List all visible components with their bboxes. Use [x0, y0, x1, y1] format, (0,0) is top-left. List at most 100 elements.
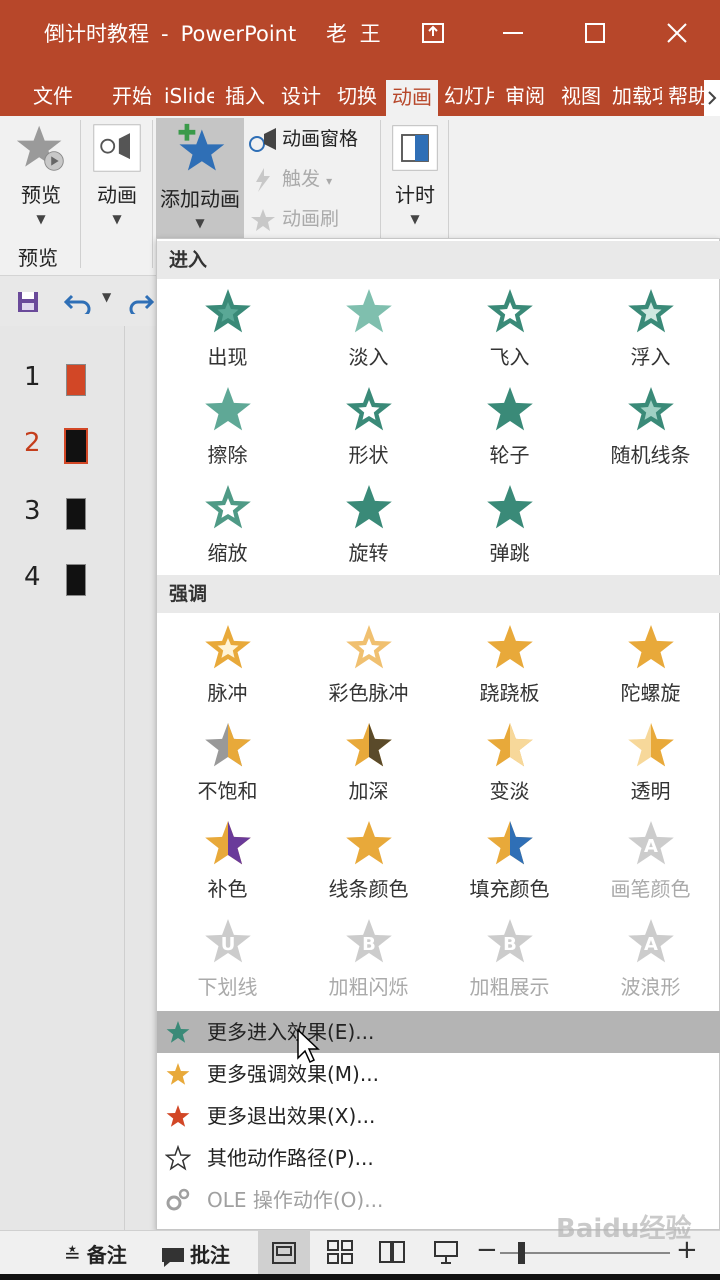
- effect-complementary-color[interactable]: 补色: [157, 815, 298, 911]
- animation-pane-label: 动画窗格: [282, 128, 359, 150]
- more-effects-label: 更多进入效果(E)...: [207, 1020, 375, 1044]
- quick-access-toolbar: ▼: [0, 276, 156, 326]
- comment-icon: [162, 1247, 184, 1267]
- tab-design[interactable]: 设计: [276, 76, 326, 116]
- slideshow-icon[interactable]: [432, 1239, 460, 1265]
- normal-view-button[interactable]: [258, 1231, 310, 1275]
- ribbon-display-options-button[interactable]: [418, 18, 448, 48]
- preview-label: 预览: [21, 183, 61, 207]
- effect-label: 弹跳: [489, 541, 530, 565]
- undo-icon[interactable]: [64, 290, 92, 314]
- mouse-cursor-icon: [297, 1028, 320, 1064]
- tab-islide[interactable]: iSlide: [164, 76, 214, 116]
- svg-text:B: B: [362, 934, 376, 955]
- animation-style-icon: [93, 124, 141, 172]
- tab-home[interactable]: 开始: [106, 76, 158, 116]
- timing-button[interactable]: 计时 ▼: [386, 122, 444, 226]
- effect-line-color[interactable]: 线条颜色: [298, 815, 439, 911]
- more-effects-item[interactable]: 其他动作路径(P)...: [157, 1137, 720, 1179]
- effect-lighten[interactable]: 变淡: [439, 717, 580, 813]
- effect-pulse[interactable]: 脉冲: [157, 619, 298, 715]
- close-icon: [667, 23, 687, 43]
- slide-thumbnail-2[interactable]: 2: [0, 422, 120, 472]
- animation-styles-button[interactable]: 动画 ▼: [86, 122, 148, 226]
- normal-view-icon: [272, 1242, 296, 1264]
- slide-thumbnail-1[interactable]: 1: [0, 356, 120, 406]
- tab-help[interactable]: 帮助: [668, 76, 704, 116]
- reading-view-icon[interactable]: [378, 1239, 406, 1265]
- tab-addins[interactable]: 加载项: [612, 76, 662, 116]
- effect-zoom[interactable]: 缩放: [157, 479, 298, 575]
- slide-preview: [66, 564, 86, 596]
- ribbon-display-icon: [422, 23, 444, 43]
- zoom-slider-thumb[interactable]: [518, 1242, 525, 1264]
- bold-flash-icon: B: [345, 919, 392, 963]
- save-icon[interactable]: [16, 290, 40, 314]
- effect-fill-color[interactable]: 填充颜色: [439, 815, 580, 911]
- tab-animations[interactable]: 动画: [386, 80, 438, 116]
- tab-review[interactable]: 审阅: [500, 76, 550, 116]
- slide-thumbnail-3[interactable]: 3: [0, 490, 120, 540]
- slide-number: 2: [24, 428, 41, 458]
- effect-wheel[interactable]: 轮子: [439, 381, 580, 477]
- effect-swivel[interactable]: 旋转: [298, 479, 439, 575]
- effect-spin[interactable]: 陀螺旋: [580, 619, 720, 715]
- tab-view[interactable]: 视图: [556, 76, 606, 116]
- effect-color-pulse[interactable]: 彩色脉冲: [298, 619, 439, 715]
- effect-darken[interactable]: 加深: [298, 717, 439, 813]
- minimize-button[interactable]: [498, 18, 528, 48]
- notes-button[interactable]: ≛ 备注: [64, 1239, 127, 1268]
- shape-icon: [345, 387, 392, 431]
- svg-text:U: U: [220, 934, 235, 955]
- tab-slideshow[interactable]: 幻灯片放映: [444, 76, 494, 116]
- emphasis-section-header: 强调: [157, 575, 720, 613]
- effect-float-in[interactable]: 浮入: [580, 283, 720, 379]
- effect-transparency[interactable]: 透明: [580, 717, 720, 813]
- preview-group-label: 预览: [18, 246, 58, 270]
- effect-teeter[interactable]: 跷跷板: [439, 619, 580, 715]
- preview-button[interactable]: 预览 ▼: [8, 122, 74, 226]
- chevron-right-icon: [708, 91, 717, 105]
- animation-pane-button[interactable]: 动画窗格: [248, 124, 358, 154]
- close-button[interactable]: [662, 18, 692, 48]
- more-effects-item[interactable]: 更多进入效果(E)...: [157, 1011, 720, 1053]
- comments-button[interactable]: 批注: [160, 1239, 230, 1268]
- slide-thumbnail-4[interactable]: 4: [0, 556, 120, 606]
- tab-insert[interactable]: 插入: [220, 76, 270, 116]
- group-divider: [152, 120, 153, 268]
- more-effects-item[interactable]: 更多强调效果(M)...: [157, 1053, 720, 1095]
- user-name[interactable]: 老 王: [326, 18, 384, 48]
- add-animation-button[interactable]: 添加动画 ▼: [156, 118, 244, 238]
- effect-label: 形状: [348, 443, 389, 467]
- chevron-down-icon: ▼: [410, 212, 420, 226]
- chevron-down-icon: ▼: [36, 212, 46, 226]
- slide-sorter-icon[interactable]: [326, 1239, 354, 1265]
- more-effects-item[interactable]: 更多退出效果(X)...: [157, 1095, 720, 1137]
- undo-dropdown-icon[interactable]: ▼: [102, 290, 111, 304]
- effect-wipe[interactable]: 擦除: [157, 381, 298, 477]
- effect-shape[interactable]: 形状: [298, 381, 439, 477]
- effect-desaturate[interactable]: 不饱和: [157, 717, 298, 813]
- effect-label: 缩放: [207, 541, 248, 565]
- effect-label: 浮入: [630, 345, 671, 369]
- effect-label: 线条颜色: [328, 877, 409, 901]
- effect-label: 陀螺旋: [620, 681, 681, 705]
- slide-preview: [64, 428, 88, 464]
- effect-fly-in[interactable]: 飞入: [439, 283, 580, 379]
- gold-star-icon: [166, 1063, 190, 1085]
- maximize-button[interactable]: [580, 18, 610, 48]
- effect-fade[interactable]: 淡入: [298, 283, 439, 379]
- redo-icon[interactable]: [128, 290, 154, 314]
- more-effects-label: 更多退出效果(X)...: [207, 1104, 376, 1128]
- effect-bounce[interactable]: 弹跳: [439, 479, 580, 575]
- tab-transitions[interactable]: 切换: [332, 76, 382, 116]
- zoom-slider-track[interactable]: [500, 1252, 670, 1254]
- tab-file[interactable]: 文件: [22, 76, 84, 116]
- effect-underline: U 下划线: [157, 913, 298, 1009]
- tabs-scroll-right[interactable]: [704, 80, 720, 116]
- ribbon-tabs: 文件 开始 iSlide 插入 设计 切换 动画 幻灯片放映 审阅 视图 加载项…: [0, 66, 720, 116]
- preview-star-icon: [16, 125, 64, 171]
- zoom-out-button[interactable]: −: [476, 1235, 498, 1265]
- effect-appear[interactable]: 出现: [157, 283, 298, 379]
- effect-random-bars[interactable]: 随机线条: [580, 381, 720, 477]
